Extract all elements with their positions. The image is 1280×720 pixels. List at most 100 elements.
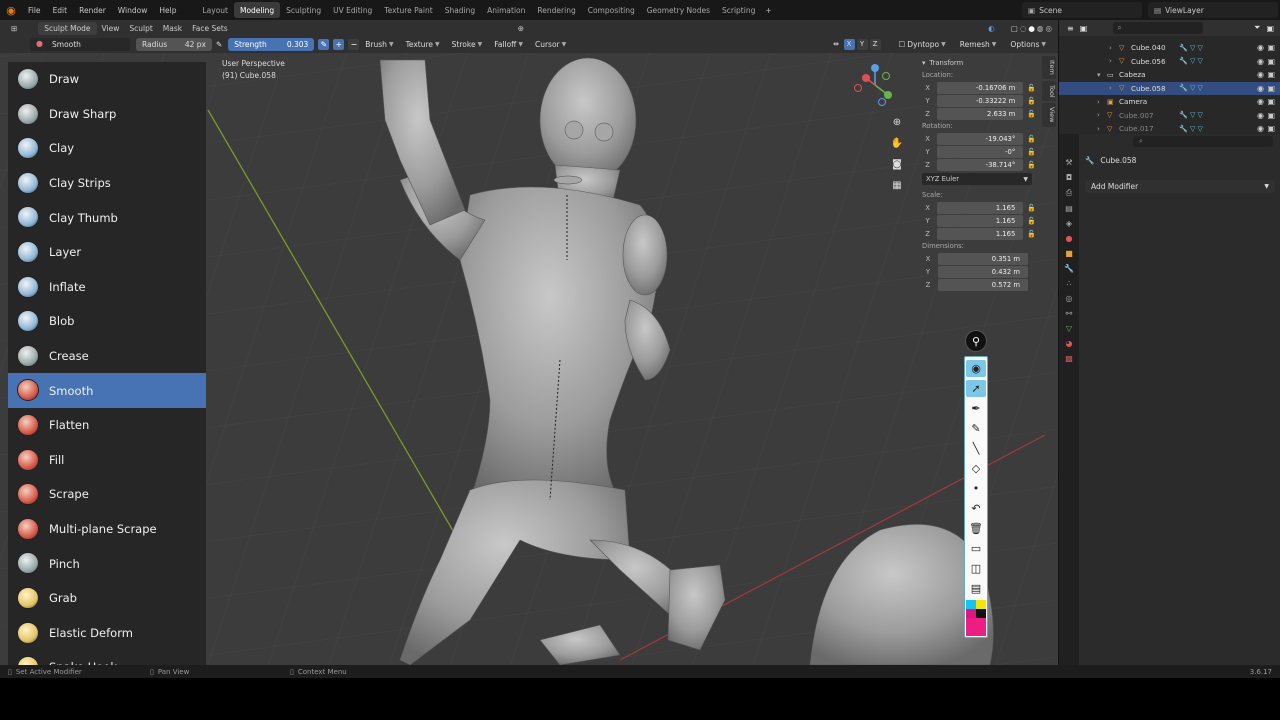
shading-render-icon[interactable]: ◎ [1045,24,1052,33]
tool-inflate[interactable]: Inflate [8,270,206,305]
menu-render[interactable]: Render [73,0,112,20]
menu-sculpt[interactable]: Sculpt [124,24,157,33]
lock-icon[interactable]: 🔓 [1027,161,1036,169]
color-cyan-swatch[interactable] [966,600,976,609]
color-yellow-swatch[interactable] [976,600,986,609]
tab-compositing[interactable]: Compositing [582,2,641,18]
tool-layer[interactable]: Layer [8,235,206,270]
modifier-props-icon[interactable]: 🔧 [1064,264,1074,273]
color-palette[interactable] [966,600,986,636]
tab-geometry-nodes[interactable]: Geometry Nodes [641,2,716,18]
lock-icon[interactable]: 🔓 [1027,148,1036,156]
perspective-toggle-icon[interactable]: ▦ [889,177,905,193]
expand-arrow-icon[interactable]: › [1109,44,1112,52]
camera-view-icon[interactable]: ◙ [889,156,905,172]
symmetry-z-toggle[interactable]: Z [869,39,881,50]
tab-scripting[interactable]: Scripting [716,2,761,18]
tab-modeling[interactable]: Modeling [233,2,281,18]
tool-draw[interactable]: Draw [8,62,206,97]
add-modifier-button[interactable]: Add Modifier ▼ [1085,180,1275,193]
mode-dropdown[interactable]: Sculpt Mode [38,21,97,35]
rotation-z-field[interactable]: -38.714° [937,158,1024,171]
tool-clay-thumb[interactable]: Clay Thumb [8,200,206,235]
tool-draw-sharp[interactable]: Draw Sharp [8,97,206,132]
tool-flatten[interactable]: Flatten [8,408,206,443]
render-camera-icon[interactable]: ▣ [1267,97,1275,106]
expand-arrow-icon[interactable]: › [1109,57,1112,65]
tool-elastic-deform[interactable]: Elastic Deform [8,616,206,651]
tool-grab[interactable]: Grab [8,581,206,616]
tab-item[interactable]: Item [1042,56,1056,79]
dimension-y-field[interactable]: 0.432 m [938,265,1028,278]
scene-selector[interactable]: ▣ Scene [1022,2,1142,18]
navigation-gizmo[interactable] [852,62,898,108]
menu-mask[interactable]: Mask [158,24,187,33]
whiteboard-icon[interactable]: ▭ [966,540,986,557]
new-collection-icon[interactable]: ▣ [1266,24,1274,33]
lock-icon[interactable]: 🔓 [1027,110,1036,118]
shading-solid-icon[interactable]: ● [1028,24,1035,33]
shading-material-icon[interactable]: ◍ [1037,24,1044,33]
editor-type-icon[interactable]: ≡ [1067,24,1074,33]
particles-props-icon[interactable]: ∴ [1066,279,1071,288]
color-magenta-swatch[interactable] [966,609,976,618]
tool-crease[interactable]: Crease [8,339,206,374]
visibility-eye-icon[interactable]: ◉ [1257,84,1264,93]
pan-hand-icon[interactable]: ✋ [889,135,905,151]
scale-x-field[interactable]: 1.165 [937,201,1024,214]
outliner-row-cube-058[interactable]: › ▽ Cube.058 🔧 ▽ ▽ ◉ ▣ [1059,81,1280,95]
texture-dropdown[interactable]: Texture ▼ [400,40,446,49]
line-icon[interactable]: ╲ [966,440,986,457]
strength-pressure-icon[interactable]: ✎ [318,39,330,50]
direction-subtract-icon[interactable]: − [348,39,360,50]
expand-arrow-icon[interactable]: › [1109,84,1112,92]
cursor-dropdown[interactable]: Cursor ▼ [529,40,572,49]
lock-icon[interactable]: 🔓 [1027,84,1036,92]
tab-tool[interactable]: Tool [1042,80,1056,102]
pen-overlay-logo-icon[interactable]: ⚲ [965,330,987,352]
data-props-icon[interactable]: ▽ [1066,324,1072,333]
dyntopo-checkbox[interactable]: ☐ [899,40,906,49]
tab-rendering[interactable]: Rendering [531,2,581,18]
scene-props-icon[interactable]: ◈ [1066,219,1072,228]
cursor-arrow-icon[interactable]: ➚ [966,380,986,397]
tool-props-icon[interactable]: ⚒ [1065,158,1072,167]
radius-slider[interactable]: Radius 42 px [136,38,212,51]
symmetry-x-toggle[interactable]: X [843,39,855,50]
dyntopo-dropdown[interactable]: ☐ Dyntopo ▼ [893,40,952,49]
zoom-icon[interactable]: ⊕ [889,114,905,130]
object-props-icon[interactable]: ■ [1065,249,1073,258]
overlay-icon[interactable]: ◐ [988,24,995,33]
tool-pinch[interactable]: Pinch [8,546,206,581]
direction-add-icon[interactable]: + [333,39,345,50]
render-camera-icon[interactable]: ▣ [1267,57,1275,66]
menu-window[interactable]: Window [112,0,154,20]
transform-orientation-icon[interactable]: ⊕ [513,24,529,33]
visibility-eye-icon[interactable]: ◉ [1257,111,1264,120]
menu-edit[interactable]: Edit [47,0,74,20]
brush-selector[interactable]: ● Smooth [30,38,130,51]
menu-face-sets[interactable]: Face Sets [187,24,233,33]
outliner-row-cube-040[interactable]: › ▽ Cube.040 🔧 ▽ ▽ ◉ ▣ [1059,41,1280,55]
eraser-icon[interactable]: ◇ [966,460,986,477]
expand-arrow-icon[interactable]: › [1097,111,1100,119]
render-camera-icon[interactable]: ▣ [1267,84,1275,93]
scale-y-field[interactable]: 1.165 [937,214,1024,227]
visibility-eye-icon[interactable]: ◉ [1257,97,1264,106]
strength-slider[interactable]: Strength 0.303 [228,38,315,51]
color-pink-swatch[interactable] [966,618,986,636]
render-props-icon[interactable]: ◘ [1066,173,1072,182]
material-props-icon[interactable]: ◕ [1066,339,1073,348]
tab-sculpting[interactable]: Sculpting [280,2,327,18]
tool-snake-hook[interactable]: Snake Hook [8,650,206,665]
tab-uv-editing[interactable]: UV Editing [327,2,378,18]
lock-icon[interactable]: 🔓 [1027,230,1036,238]
filter-icon[interactable]: ⏷ [1254,23,1260,33]
dimension-z-field[interactable]: 0.572 m [938,278,1028,291]
tab-shading[interactable]: Shading [439,2,481,18]
tool-blob[interactable]: Blob [8,304,206,339]
rotation-x-field[interactable]: -19.043° [937,132,1024,145]
tab-texture-paint[interactable]: Texture Paint [378,2,438,18]
menu-file[interactable]: File [22,0,47,20]
radius-pressure-icon[interactable]: ✎ [216,40,222,49]
